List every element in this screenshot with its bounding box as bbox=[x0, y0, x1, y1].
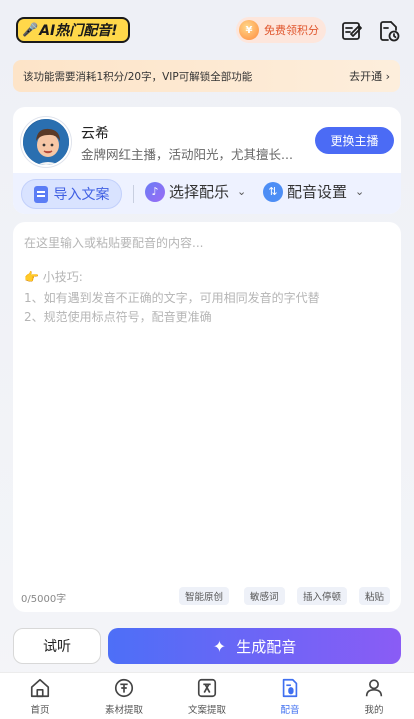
vip-notice-text: 该功能需要消耗1积分/20字，VIP可解锁全部功能 bbox=[23, 70, 253, 83]
dubbing-settings-button[interactable]: ⇅ 配音设置 ⌄ bbox=[263, 181, 364, 202]
preview-listen-button[interactable]: 试听 bbox=[13, 628, 101, 664]
dubbing-settings-label: 配音设置 bbox=[287, 183, 348, 201]
music-note-icon: ♪ bbox=[145, 181, 165, 202]
tab-text-extract[interactable]: 文案提取 bbox=[172, 677, 242, 716]
sparkle-icon: ✦ bbox=[212, 636, 227, 656]
microphone-icon: 🎤 bbox=[22, 22, 39, 38]
paste-chip[interactable]: 粘贴 bbox=[359, 587, 391, 605]
generate-dubbing-button[interactable]: ✦ 生成配音 bbox=[108, 628, 401, 664]
text-extract-icon bbox=[197, 678, 217, 698]
chevron-down-icon: ⌄ bbox=[355, 185, 365, 198]
tab-label: 我的 bbox=[364, 705, 384, 716]
toolbar-divider bbox=[133, 185, 134, 203]
material-icon bbox=[114, 678, 134, 698]
change-anchor-button[interactable]: 更换主播 bbox=[315, 127, 394, 154]
import-text-label: 导入文案 bbox=[53, 187, 110, 203]
tab-profile[interactable]: 我的 bbox=[339, 677, 409, 716]
tips-title: 👉 小技巧: bbox=[24, 270, 83, 284]
vip-banner[interactable]: 该功能需要消耗1积分/20字，VIP可解锁全部功能 去开通 › bbox=[13, 60, 400, 92]
tab-label: 配音 bbox=[280, 705, 300, 716]
tab-dubbing[interactable]: 配音 bbox=[255, 677, 325, 716]
settings-sliders-icon: ⇅ bbox=[263, 181, 283, 202]
editor-placeholder: 在这里输入或粘贴要配音的内容... bbox=[24, 236, 204, 250]
tab-label: 素材提取 bbox=[104, 705, 143, 716]
insert-pause-chip[interactable]: 插入停顿 bbox=[297, 587, 348, 605]
logo-text: AI热门配音! bbox=[39, 23, 118, 39]
anchor-name: 云希 bbox=[81, 126, 109, 142]
dubbing-toolbar: 导入文案 ♪ 选择配乐 ⌄ ⇅ 配音设置 ⌄ bbox=[13, 173, 401, 214]
select-music-button[interactable]: ♪ 选择配乐 ⌄ bbox=[145, 181, 246, 202]
tip-item: 1、如有遇到发音不正确的文字，可用相同发音的字代替 bbox=[24, 291, 320, 305]
profile-icon bbox=[365, 679, 383, 697]
import-text-button[interactable]: 导入文案 bbox=[21, 179, 122, 209]
sensitive-words-chip[interactable]: 敏感词 bbox=[244, 587, 285, 605]
anchor-avatar[interactable] bbox=[21, 117, 71, 167]
text-editor[interactable]: 在这里输入或粘贴要配音的内容... 👉 小技巧: 1、如有遇到发音不正确的文字，… bbox=[13, 222, 401, 612]
anchor-description: 金牌网红主播，活动阳光，尤其擅长... bbox=[81, 147, 293, 162]
tab-label: 首页 bbox=[30, 705, 50, 716]
generate-dubbing-label: 生成配音 bbox=[236, 637, 297, 656]
tab-material-extract[interactable]: 素材提取 bbox=[89, 677, 159, 716]
tip-item: 2、规范使用标点符号，配音更准确 bbox=[24, 310, 212, 324]
app-logo: 🎤 AI热门配音! bbox=[16, 17, 130, 43]
home-icon bbox=[30, 678, 50, 698]
smart-original-chip[interactable]: 智能原创 bbox=[179, 587, 230, 605]
document-icon bbox=[33, 185, 48, 203]
free-points-button[interactable]: ¥ 免费领积分 bbox=[236, 17, 326, 43]
edit-note-icon[interactable] bbox=[340, 19, 364, 43]
history-icon[interactable] bbox=[377, 19, 401, 43]
bottom-tab-bar: 首页 素材提取 文案提取 配音 我的 bbox=[0, 672, 414, 719]
coin-icon: ¥ bbox=[239, 20, 259, 40]
tab-label: 文案提取 bbox=[187, 705, 226, 716]
free-points-label: 免费领积分 bbox=[264, 24, 319, 37]
vip-open-link[interactable]: 去开通 › bbox=[349, 68, 390, 84]
char-count: 0/5000字 bbox=[21, 594, 67, 605]
chevron-down-icon: ⌄ bbox=[237, 185, 247, 198]
tab-home[interactable]: 首页 bbox=[5, 677, 75, 716]
app-header: 🎤 AI热门配音! ¥ 免费领积分 bbox=[0, 0, 414, 60]
anchor-card: 云希 金牌网红主播，活动阳光，尤其擅长... 更换主播 导入文案 ♪ 选择配乐 … bbox=[13, 107, 401, 214]
dubbing-icon bbox=[282, 678, 298, 698]
select-music-label: 选择配乐 bbox=[169, 183, 230, 201]
